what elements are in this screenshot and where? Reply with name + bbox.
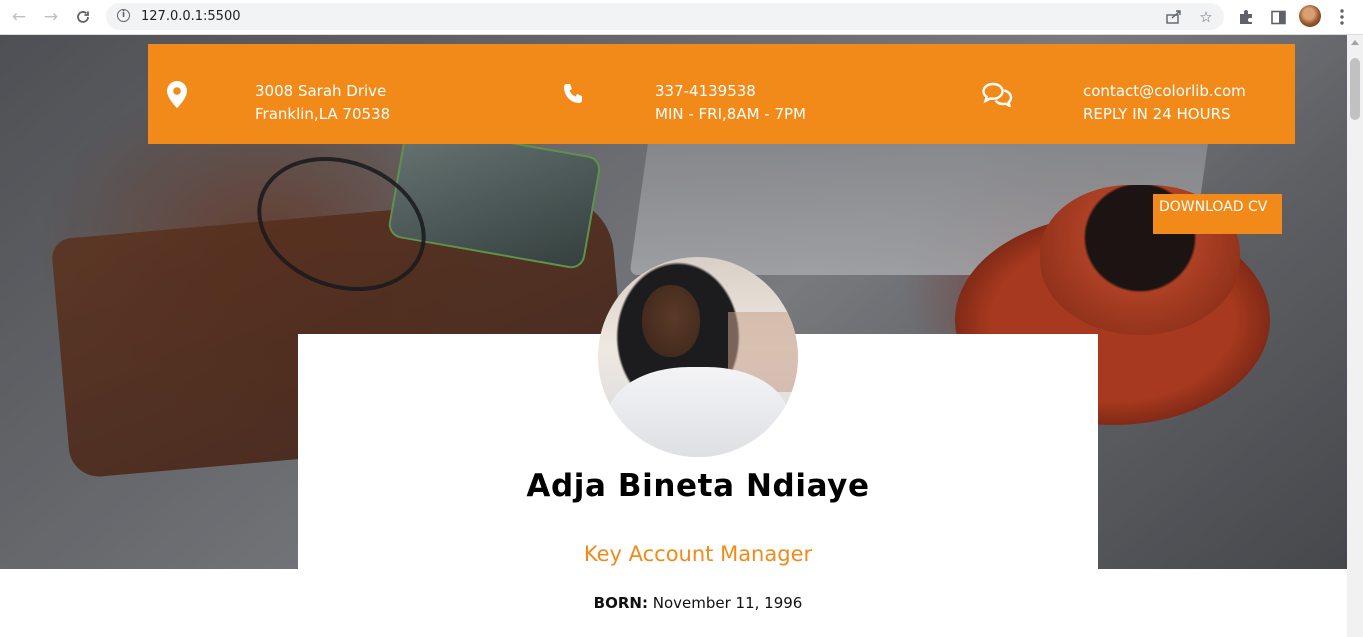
arrow-right-icon: → [43, 7, 59, 27]
browser-toolbar: ← → i 127.0.0.1:5500 ☆ [0, 0, 1363, 35]
back-button[interactable]: ← [6, 5, 32, 29]
contact-address: 3008 Sarah Drive Franklin,LA 70538 [148, 44, 548, 144]
scroll-up-arrow-icon[interactable] [1351, 40, 1359, 45]
profile-role: Key Account Manager [583, 542, 813, 566]
cut-off-text-line [530, 631, 820, 637]
page-scrollbar[interactable] [1347, 35, 1363, 637]
side-panel-button[interactable] [1266, 5, 1290, 29]
reload-button[interactable] [70, 5, 96, 29]
browser-menu-button[interactable] [1330, 5, 1354, 29]
puzzle-icon [1240, 10, 1252, 24]
born-value: November 11, 1996 [652, 594, 803, 612]
share-button[interactable] [1163, 8, 1185, 26]
profile-avatar[interactable] [1299, 5, 1321, 27]
profile-photo [598, 257, 798, 457]
info-icon[interactable]: i [117, 9, 130, 22]
email-address[interactable]: contact@colorlib.com [1083, 80, 1246, 103]
photo-shirt [608, 367, 788, 457]
address-line-2: Franklin,LA 70538 [255, 105, 391, 123]
contact-phone: 337-4139538 MIN - FRI,8AM - 7PM [548, 44, 948, 144]
reload-icon [77, 11, 89, 23]
address-bar[interactable]: i 127.0.0.1:5500 ☆ [106, 3, 1224, 30]
extensions-button[interactable] [1234, 5, 1258, 29]
side-panel-icon [1270, 10, 1286, 24]
contact-info-bar: 3008 Sarah Drive Franklin,LA 70538 337-4… [148, 44, 1295, 144]
forward-button[interactable]: → [38, 5, 64, 29]
phone-icon [560, 81, 586, 107]
arrow-left-icon: ← [11, 7, 27, 27]
email-reply-note: REPLY IN 24 HOURS [1083, 105, 1231, 123]
phone-hours: MIN - FRI,8AM - 7PM [655, 105, 807, 123]
chat-bubbles-icon [981, 81, 1013, 107]
photo-face [642, 285, 700, 357]
url-text[interactable]: 127.0.0.1:5500 [141, 9, 241, 24]
phone-number: 337-4139538 [655, 82, 756, 100]
profile-born: BORN: November 11, 1996 [298, 594, 1098, 612]
star-icon: ☆ [1199, 8, 1213, 26]
map-pin-icon [166, 80, 188, 108]
kebab-menu-icon [1340, 9, 1344, 25]
scrollbar-thumb[interactable] [1350, 58, 1360, 120]
bookmark-button[interactable]: ☆ [1195, 8, 1217, 26]
share-icon [1166, 10, 1181, 24]
profile-name: Adja Bineta Ndiaye [526, 468, 870, 504]
page-viewport: 3008 Sarah Drive Franklin,LA 70538 337-4… [0, 35, 1347, 637]
address-line-1: 3008 Sarah Drive [255, 82, 387, 100]
contact-email: contact@colorlib.com REPLY IN 24 HOURS [976, 44, 1295, 144]
download-cv-button[interactable]: DOWNLOAD CV [1153, 194, 1282, 234]
born-label: BORN: [593, 594, 648, 612]
